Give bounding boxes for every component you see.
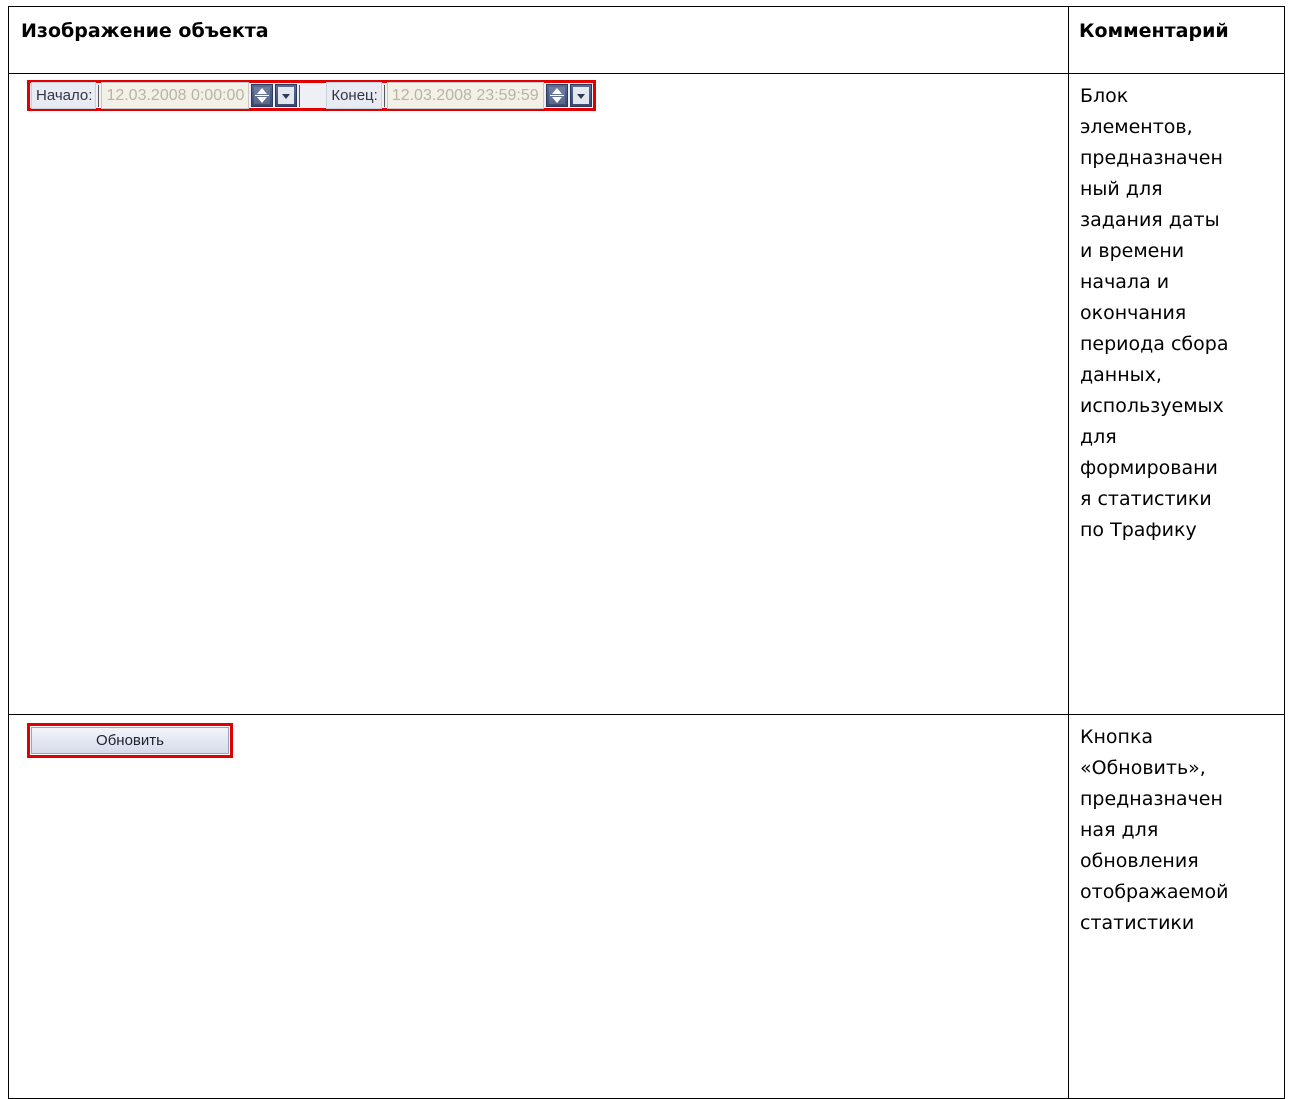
comment-line: формировани	[1080, 457, 1218, 479]
image-cell: Начало: 12.03.2008 0:00:00 Конец: 12.03.…	[8, 73, 1069, 715]
comment-line: обновления	[1080, 850, 1199, 872]
comment-line: отображаемой	[1080, 881, 1229, 903]
comment-line: ный для	[1080, 178, 1163, 200]
separator	[98, 84, 100, 107]
start-label: Начало:	[31, 82, 97, 109]
comment-line: окончания	[1080, 302, 1187, 324]
end-spin-button[interactable]	[545, 84, 568, 107]
document-table: Изображение объекта Комментарий Начало: …	[8, 6, 1285, 1099]
header-comment-label: Комментарий	[1079, 20, 1229, 42]
refresh-button[interactable]: Обновить	[31, 727, 229, 754]
comment-line: для	[1080, 426, 1117, 448]
comment-line: используемых	[1080, 395, 1224, 417]
comment-line: периода сбора	[1080, 333, 1229, 355]
table-row: Обновить Кнопка «Обновить», предназначен…	[8, 714, 1285, 1099]
table-row: Начало: 12.03.2008 0:00:00 Конец: 12.03.…	[8, 73, 1285, 715]
date-range-block: Начало: 12.03.2008 0:00:00 Конец: 12.03.…	[27, 80, 596, 111]
comment-line: я статистики	[1080, 488, 1212, 510]
image-cell: Обновить	[8, 714, 1069, 1099]
start-datetime-input[interactable]: 12.03.2008 0:00:00	[101, 82, 250, 109]
comment-line: начала и	[1080, 271, 1170, 293]
comment-line: задания даты	[1080, 209, 1220, 231]
comment-line: «Обновить»,	[1080, 757, 1206, 779]
comment-line: Блок	[1080, 85, 1129, 107]
header-image-label: Изображение объекта	[21, 20, 269, 42]
comment-line: ная для	[1080, 819, 1159, 841]
comment-cell: Блок элементов, предназначен ный для зад…	[1068, 73, 1285, 715]
comment-line: предназначен	[1080, 788, 1223, 810]
end-datetime-input[interactable]: 12.03.2008 23:59:59	[386, 82, 544, 109]
comment-line: Кнопка	[1080, 726, 1154, 748]
end-label: Конец:	[326, 82, 382, 109]
comment-text: Кнопка «Обновить», предназначен ная для …	[1069, 715, 1284, 939]
refresh-highlight: Обновить	[27, 723, 233, 758]
spin-arrows-icon	[254, 87, 271, 104]
start-dropdown-button[interactable]	[275, 84, 298, 107]
separator	[299, 84, 301, 107]
spin-arrows-icon	[548, 87, 565, 104]
comment-text: Блок элементов, предназначен ный для зад…	[1069, 74, 1284, 546]
comment-line: предназначен	[1080, 147, 1223, 169]
comment-line: статистики	[1080, 912, 1195, 934]
header-cell-comment: Комментарий	[1068, 6, 1285, 74]
separator	[383, 84, 385, 107]
end-dropdown-button[interactable]	[569, 84, 592, 107]
start-spin-button[interactable]	[251, 84, 274, 107]
comment-line: по Трафику	[1080, 519, 1197, 541]
header-cell-image: Изображение объекта	[8, 6, 1069, 74]
comment-line: данных,	[1080, 364, 1162, 386]
comment-line: элементов,	[1080, 116, 1193, 138]
comment-line: и времени	[1080, 240, 1185, 262]
chevron-down-icon	[278, 87, 295, 104]
comment-cell: Кнопка «Обновить», предназначен ная для …	[1068, 714, 1285, 1099]
table-header-row: Изображение объекта Комментарий	[8, 6, 1285, 74]
chevron-down-icon	[572, 87, 589, 104]
